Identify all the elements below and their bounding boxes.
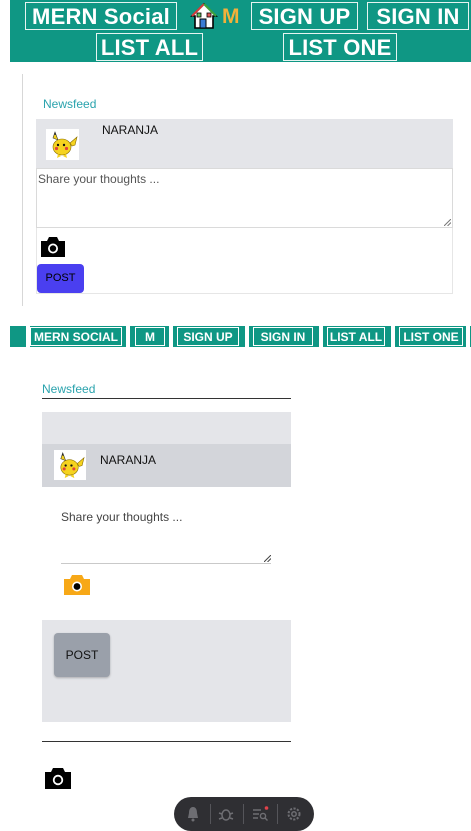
newsfeed-title: Newsfeed: [42, 382, 96, 396]
textarea-placeholder: Share your thoughts ...: [38, 172, 160, 186]
list-all-button[interactable]: LIST ALL: [327, 327, 385, 346]
pikachu-image: [46, 129, 79, 160]
search-list-icon[interactable]: [251, 805, 269, 823]
toolbar-divider: [243, 804, 244, 824]
toolbar-divider: [210, 804, 211, 824]
signin-button[interactable]: SIGN IN: [367, 2, 469, 30]
separator: [319, 326, 323, 347]
camera-icon[interactable]: [63, 574, 91, 596]
separator: [391, 326, 395, 347]
divider: [42, 398, 291, 399]
newsfeed-title: Newsfeed: [43, 97, 97, 111]
pikachu-image: [54, 450, 86, 480]
signup-button[interactable]: SIGN UP: [177, 327, 239, 346]
username[interactable]: NARANJA: [100, 453, 156, 467]
settings-icon[interactable]: [285, 805, 303, 823]
separator: [126, 326, 130, 347]
post-textarea[interactable]: Share your thoughts ...: [36, 168, 453, 228]
separator: [466, 326, 470, 347]
home-letter: M: [222, 5, 240, 28]
avatar: [46, 129, 79, 160]
list-all-button[interactable]: LIST ALL: [96, 33, 203, 61]
secondary-navbar: MERN SOCIAL M SIGN UP SIGN IN LIST ALL L…: [10, 326, 471, 347]
textarea-underline: [61, 563, 271, 564]
home-button[interactable]: M: [188, 2, 254, 30]
signup-button[interactable]: SIGN UP: [251, 2, 358, 30]
post-button[interactable]: POST: [54, 633, 110, 677]
list-one-button[interactable]: LIST ONE: [399, 327, 463, 346]
camera-icon[interactable]: [44, 766, 72, 790]
bell-icon[interactable]: [184, 805, 202, 823]
post-textarea[interactable]: Share your thoughts ...: [61, 510, 182, 524]
separator: [245, 326, 249, 347]
bug-icon[interactable]: [217, 805, 235, 823]
camera-icon[interactable]: [39, 235, 67, 259]
resize-handle[interactable]: [264, 555, 271, 562]
brand-button[interactable]: MERN Social: [25, 2, 177, 30]
list-one-button[interactable]: LIST ONE: [283, 33, 397, 61]
resize-handle[interactable]: [444, 219, 451, 226]
post-header: [36, 119, 453, 168]
divider: [42, 741, 291, 742]
signin-button[interactable]: SIGN IN: [253, 327, 313, 346]
home-button[interactable]: M: [135, 327, 165, 346]
top-navbar: MERN Social M SIGN UP SIGN IN LIST ALL L…: [10, 0, 471, 62]
brand-button[interactable]: MERN SOCIAL: [30, 327, 122, 346]
post-button[interactable]: POST: [37, 264, 84, 293]
username[interactable]: NARANJA: [102, 123, 158, 137]
toolbar-divider: [277, 804, 278, 824]
divider: [22, 74, 23, 306]
avatar: [54, 450, 86, 480]
home-icon: [190, 2, 218, 29]
separator: [169, 326, 173, 347]
post-footer: [36, 228, 453, 294]
